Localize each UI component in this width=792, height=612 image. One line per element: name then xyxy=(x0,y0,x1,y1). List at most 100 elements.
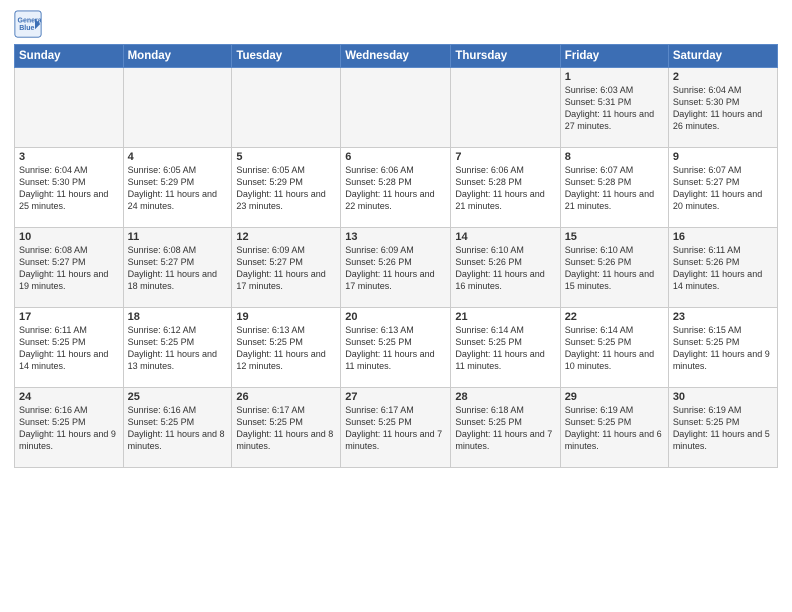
header: General Blue xyxy=(14,10,778,38)
logo: General Blue xyxy=(14,10,46,38)
day-info: Sunrise: 6:09 AM Sunset: 5:26 PM Dayligh… xyxy=(345,244,446,293)
day-number: 10 xyxy=(19,231,119,243)
day-number: 6 xyxy=(345,151,446,163)
day-info: Sunrise: 6:10 AM Sunset: 5:26 PM Dayligh… xyxy=(565,244,664,293)
day-cell: 11Sunrise: 6:08 AM Sunset: 5:27 PM Dayli… xyxy=(123,228,232,308)
day-number: 3 xyxy=(19,151,119,163)
day-number: 27 xyxy=(345,391,446,403)
calendar-table: SundayMondayTuesdayWednesdayThursdayFrid… xyxy=(14,44,778,468)
day-number: 18 xyxy=(128,311,228,323)
day-cell: 25Sunrise: 6:16 AM Sunset: 5:25 PM Dayli… xyxy=(123,388,232,468)
week-row-4: 17Sunrise: 6:11 AM Sunset: 5:25 PM Dayli… xyxy=(15,308,778,388)
day-cell: 20Sunrise: 6:13 AM Sunset: 5:25 PM Dayli… xyxy=(341,308,451,388)
day-info: Sunrise: 6:08 AM Sunset: 5:27 PM Dayligh… xyxy=(19,244,119,293)
day-cell: 6Sunrise: 6:06 AM Sunset: 5:28 PM Daylig… xyxy=(341,148,451,228)
day-number: 22 xyxy=(565,311,664,323)
day-info: Sunrise: 6:13 AM Sunset: 5:25 PM Dayligh… xyxy=(236,324,336,373)
day-cell: 27Sunrise: 6:17 AM Sunset: 5:25 PM Dayli… xyxy=(341,388,451,468)
weekday-thursday: Thursday xyxy=(451,45,560,68)
day-info: Sunrise: 6:17 AM Sunset: 5:25 PM Dayligh… xyxy=(236,404,336,453)
day-info: Sunrise: 6:04 AM Sunset: 5:30 PM Dayligh… xyxy=(673,84,773,133)
week-row-3: 10Sunrise: 6:08 AM Sunset: 5:27 PM Dayli… xyxy=(15,228,778,308)
day-info: Sunrise: 6:15 AM Sunset: 5:25 PM Dayligh… xyxy=(673,324,773,373)
weekday-friday: Friday xyxy=(560,45,668,68)
logo-icon: General Blue xyxy=(14,10,42,38)
day-number: 12 xyxy=(236,231,336,243)
day-number: 19 xyxy=(236,311,336,323)
day-cell: 24Sunrise: 6:16 AM Sunset: 5:25 PM Dayli… xyxy=(15,388,124,468)
day-cell: 22Sunrise: 6:14 AM Sunset: 5:25 PM Dayli… xyxy=(560,308,668,388)
day-number: 13 xyxy=(345,231,446,243)
day-info: Sunrise: 6:17 AM Sunset: 5:25 PM Dayligh… xyxy=(345,404,446,453)
weekday-sunday: Sunday xyxy=(15,45,124,68)
day-info: Sunrise: 6:13 AM Sunset: 5:25 PM Dayligh… xyxy=(345,324,446,373)
day-cell: 8Sunrise: 6:07 AM Sunset: 5:28 PM Daylig… xyxy=(560,148,668,228)
day-cell: 10Sunrise: 6:08 AM Sunset: 5:27 PM Dayli… xyxy=(15,228,124,308)
day-cell: 4Sunrise: 6:05 AM Sunset: 5:29 PM Daylig… xyxy=(123,148,232,228)
day-info: Sunrise: 6:06 AM Sunset: 5:28 PM Dayligh… xyxy=(345,164,446,213)
day-cell: 1Sunrise: 6:03 AM Sunset: 5:31 PM Daylig… xyxy=(560,68,668,148)
day-number: 11 xyxy=(128,231,228,243)
day-cell: 21Sunrise: 6:14 AM Sunset: 5:25 PM Dayli… xyxy=(451,308,560,388)
day-cell: 9Sunrise: 6:07 AM Sunset: 5:27 PM Daylig… xyxy=(668,148,777,228)
day-info: Sunrise: 6:14 AM Sunset: 5:25 PM Dayligh… xyxy=(455,324,555,373)
day-cell: 15Sunrise: 6:10 AM Sunset: 5:26 PM Dayli… xyxy=(560,228,668,308)
day-cell: 16Sunrise: 6:11 AM Sunset: 5:26 PM Dayli… xyxy=(668,228,777,308)
day-info: Sunrise: 6:16 AM Sunset: 5:25 PM Dayligh… xyxy=(19,404,119,453)
day-cell: 2Sunrise: 6:04 AM Sunset: 5:30 PM Daylig… xyxy=(668,68,777,148)
day-number: 16 xyxy=(673,231,773,243)
week-row-1: 1Sunrise: 6:03 AM Sunset: 5:31 PM Daylig… xyxy=(15,68,778,148)
day-info: Sunrise: 6:08 AM Sunset: 5:27 PM Dayligh… xyxy=(128,244,228,293)
day-number: 30 xyxy=(673,391,773,403)
day-cell: 18Sunrise: 6:12 AM Sunset: 5:25 PM Dayli… xyxy=(123,308,232,388)
day-number: 25 xyxy=(128,391,228,403)
day-cell: 30Sunrise: 6:19 AM Sunset: 5:25 PM Dayli… xyxy=(668,388,777,468)
day-cell: 26Sunrise: 6:17 AM Sunset: 5:25 PM Dayli… xyxy=(232,388,341,468)
day-cell: 13Sunrise: 6:09 AM Sunset: 5:26 PM Dayli… xyxy=(341,228,451,308)
weekday-header-row: SundayMondayTuesdayWednesdayThursdayFrid… xyxy=(15,45,778,68)
day-info: Sunrise: 6:19 AM Sunset: 5:25 PM Dayligh… xyxy=(673,404,773,453)
svg-text:Blue: Blue xyxy=(19,25,34,32)
day-cell xyxy=(341,68,451,148)
day-number: 28 xyxy=(455,391,555,403)
day-number: 21 xyxy=(455,311,555,323)
weekday-tuesday: Tuesday xyxy=(232,45,341,68)
day-cell: 19Sunrise: 6:13 AM Sunset: 5:25 PM Dayli… xyxy=(232,308,341,388)
week-row-5: 24Sunrise: 6:16 AM Sunset: 5:25 PM Dayli… xyxy=(15,388,778,468)
weekday-wednesday: Wednesday xyxy=(341,45,451,68)
day-cell: 7Sunrise: 6:06 AM Sunset: 5:28 PM Daylig… xyxy=(451,148,560,228)
day-number: 8 xyxy=(565,151,664,163)
day-info: Sunrise: 6:07 AM Sunset: 5:28 PM Dayligh… xyxy=(565,164,664,213)
day-cell: 17Sunrise: 6:11 AM Sunset: 5:25 PM Dayli… xyxy=(15,308,124,388)
day-number: 4 xyxy=(128,151,228,163)
day-info: Sunrise: 6:10 AM Sunset: 5:26 PM Dayligh… xyxy=(455,244,555,293)
day-cell: 28Sunrise: 6:18 AM Sunset: 5:25 PM Dayli… xyxy=(451,388,560,468)
day-info: Sunrise: 6:05 AM Sunset: 5:29 PM Dayligh… xyxy=(236,164,336,213)
day-number: 20 xyxy=(345,311,446,323)
day-cell: 23Sunrise: 6:15 AM Sunset: 5:25 PM Dayli… xyxy=(668,308,777,388)
day-cell: 29Sunrise: 6:19 AM Sunset: 5:25 PM Dayli… xyxy=(560,388,668,468)
weekday-saturday: Saturday xyxy=(668,45,777,68)
page: General Blue SundayMondayTuesdayWednesda… xyxy=(0,0,792,474)
day-number: 2 xyxy=(673,71,773,83)
day-number: 1 xyxy=(565,71,664,83)
weekday-monday: Monday xyxy=(123,45,232,68)
day-number: 29 xyxy=(565,391,664,403)
day-info: Sunrise: 6:18 AM Sunset: 5:25 PM Dayligh… xyxy=(455,404,555,453)
day-info: Sunrise: 6:05 AM Sunset: 5:29 PM Dayligh… xyxy=(128,164,228,213)
day-info: Sunrise: 6:11 AM Sunset: 5:26 PM Dayligh… xyxy=(673,244,773,293)
day-number: 23 xyxy=(673,311,773,323)
day-cell xyxy=(123,68,232,148)
day-info: Sunrise: 6:12 AM Sunset: 5:25 PM Dayligh… xyxy=(128,324,228,373)
day-info: Sunrise: 6:04 AM Sunset: 5:30 PM Dayligh… xyxy=(19,164,119,213)
day-info: Sunrise: 6:07 AM Sunset: 5:27 PM Dayligh… xyxy=(673,164,773,213)
day-info: Sunrise: 6:14 AM Sunset: 5:25 PM Dayligh… xyxy=(565,324,664,373)
day-number: 5 xyxy=(236,151,336,163)
day-info: Sunrise: 6:16 AM Sunset: 5:25 PM Dayligh… xyxy=(128,404,228,453)
day-cell xyxy=(451,68,560,148)
day-cell xyxy=(232,68,341,148)
day-info: Sunrise: 6:09 AM Sunset: 5:27 PM Dayligh… xyxy=(236,244,336,293)
day-info: Sunrise: 6:19 AM Sunset: 5:25 PM Dayligh… xyxy=(565,404,664,453)
day-info: Sunrise: 6:06 AM Sunset: 5:28 PM Dayligh… xyxy=(455,164,555,213)
day-cell: 3Sunrise: 6:04 AM Sunset: 5:30 PM Daylig… xyxy=(15,148,124,228)
